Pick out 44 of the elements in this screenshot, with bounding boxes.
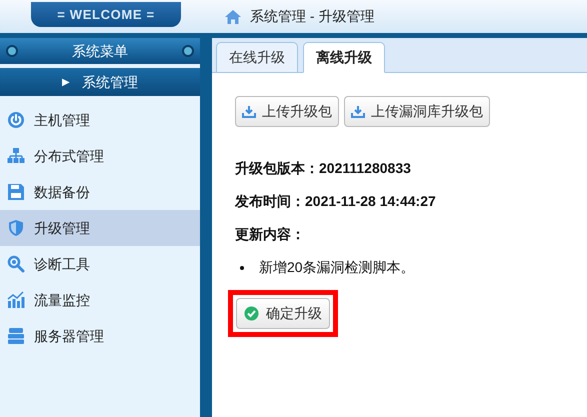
search-icon bbox=[7, 255, 25, 273]
section-label: 系统管理 bbox=[82, 72, 138, 92]
menu-item[interactable]: 服务器管理 bbox=[0, 318, 200, 354]
menu-item[interactable]: 升级管理 bbox=[0, 210, 200, 246]
shield-icon bbox=[7, 219, 25, 237]
field-value: 2021-11-28 14:44:27 bbox=[305, 192, 436, 211]
bar-chart-icon bbox=[7, 291, 25, 309]
tab[interactable]: 在线升级 bbox=[216, 42, 298, 73]
menu-item[interactable]: 流量监控 bbox=[0, 282, 200, 318]
menu-item-label: 诊断工具 bbox=[34, 254, 90, 274]
upload-icon bbox=[242, 105, 256, 118]
bullet-icon bbox=[240, 266, 244, 270]
confirm-button[interactable]: 确定升级 bbox=[236, 298, 330, 329]
menu-item-label: 升级管理 bbox=[34, 218, 90, 238]
menu-item[interactable]: 诊断工具 bbox=[0, 246, 200, 282]
change-item: 新增20条漏洞检测脚本。 bbox=[259, 258, 415, 277]
knob-icon bbox=[6, 45, 18, 57]
upload-icon bbox=[351, 105, 365, 118]
field-label: 发布时间： bbox=[235, 192, 305, 211]
breadcrumb: 系统管理 - 升级管理 bbox=[250, 7, 374, 26]
menu-item-label: 分布式管理 bbox=[34, 146, 104, 166]
server-icon bbox=[7, 327, 25, 345]
home-icon bbox=[224, 8, 242, 24]
tab[interactable]: 离线升级 bbox=[303, 42, 385, 73]
menu-section[interactable]: ▶ 系统管理 bbox=[0, 68, 200, 96]
upload-button[interactable]: 上传漏洞库升级包 bbox=[344, 96, 490, 127]
knob-icon bbox=[182, 45, 194, 57]
changes-label: 更新内容： bbox=[235, 225, 306, 244]
menu-item-label: 流量监控 bbox=[34, 290, 90, 310]
field-label: 升级包版本： bbox=[235, 159, 319, 178]
field-value: 202111280833 bbox=[319, 159, 411, 178]
menu-item-label: 数据备份 bbox=[34, 182, 90, 202]
menu-title: 系统菜单 bbox=[72, 42, 128, 60]
menu-item[interactable]: 分布式管理 bbox=[0, 138, 200, 174]
menu-item[interactable]: 主机管理 bbox=[0, 102, 200, 138]
upload-button[interactable]: 上传升级包 bbox=[235, 96, 339, 127]
check-circle-icon bbox=[244, 306, 259, 321]
hierarchy-icon bbox=[7, 147, 25, 165]
menu-item-label: 主机管理 bbox=[34, 110, 90, 130]
power-icon bbox=[7, 111, 25, 129]
menu-item[interactable]: 数据备份 bbox=[0, 174, 200, 210]
expand-marker: ▶ bbox=[62, 76, 70, 90]
welcome-banner: = WELCOME = bbox=[31, 2, 181, 27]
menu-item-label: 服务器管理 bbox=[34, 326, 104, 346]
